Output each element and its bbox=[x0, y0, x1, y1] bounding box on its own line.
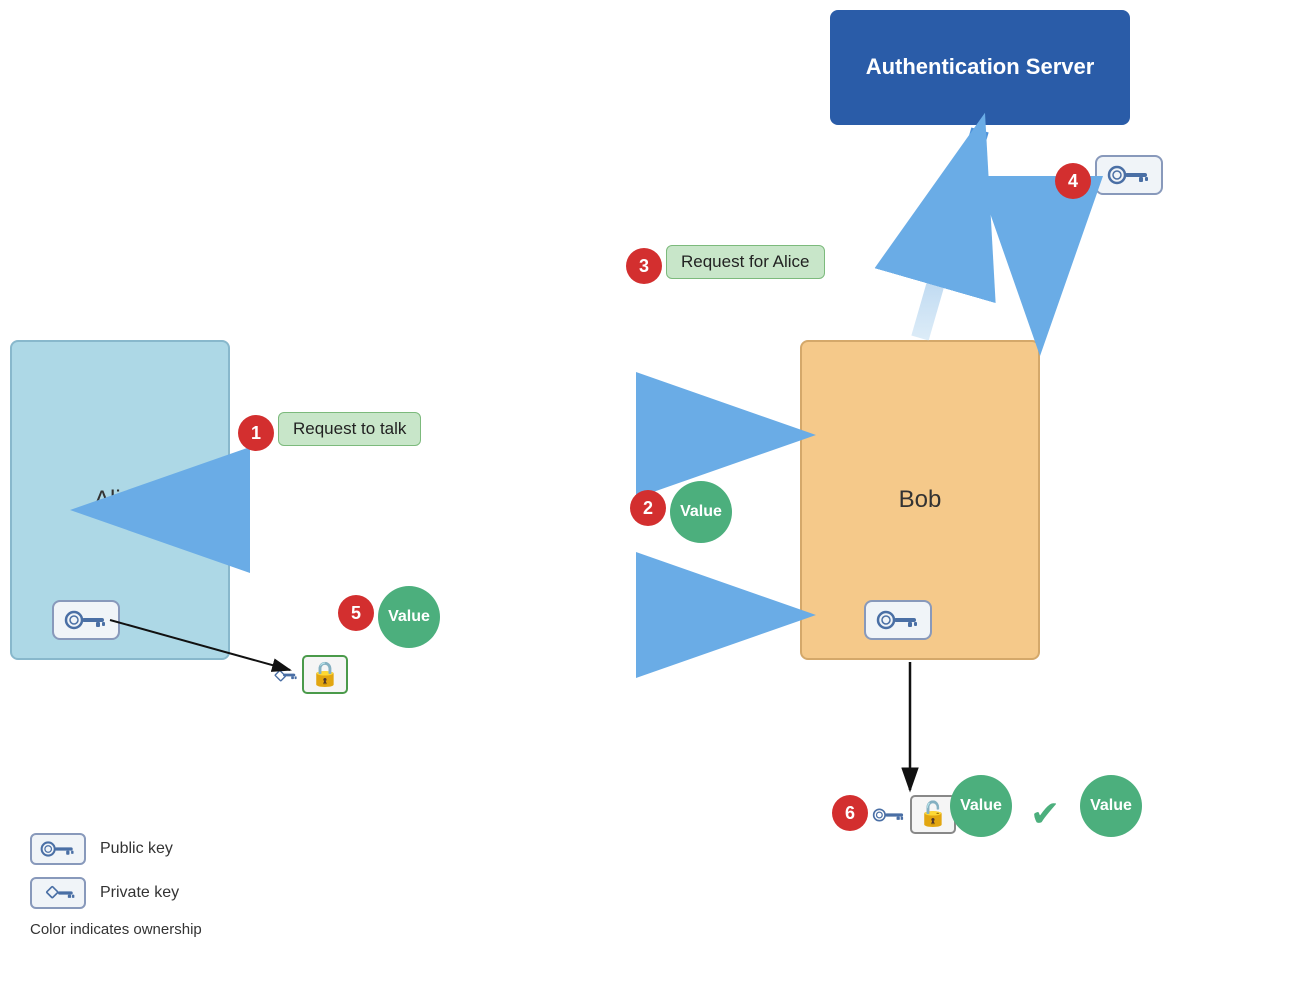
step-3-badge: 3 bbox=[626, 248, 662, 284]
alice-label: Alice bbox=[94, 486, 146, 514]
legend-private-key-box bbox=[30, 877, 86, 909]
bob-key-icon bbox=[876, 608, 920, 632]
legend: Public key Private key Color indicates o… bbox=[30, 833, 202, 938]
legend-private-key-label: Private key bbox=[100, 884, 179, 902]
step-7-value: Value bbox=[1080, 775, 1142, 837]
legend-public-key-icon bbox=[40, 839, 76, 859]
step-6-key-icon bbox=[872, 804, 908, 826]
bob-key-box bbox=[864, 600, 932, 640]
alice-key-lock: 🔒 bbox=[268, 655, 348, 694]
alice-key-icon bbox=[64, 608, 108, 632]
alice-lock-box: 🔒 bbox=[302, 655, 348, 694]
auth-server-label: Authentication Server bbox=[866, 53, 1095, 82]
step-6-key-lock: 🔓 bbox=[872, 795, 956, 834]
step-3-label: Request for Alice bbox=[666, 245, 825, 279]
auth-server-box: Authentication Server bbox=[830, 10, 1130, 125]
step-6-open-lock: 🔓 bbox=[910, 795, 956, 834]
step-1-badge: 1 bbox=[238, 415, 274, 451]
legend-public-key-box bbox=[30, 833, 86, 865]
step-5-badge: 5 bbox=[338, 595, 374, 631]
legend-public-key: Public key bbox=[30, 833, 202, 865]
alice-private-key-icon bbox=[268, 664, 298, 686]
step-2-value: Value bbox=[670, 481, 732, 543]
legend-color-note: Color indicates ownership bbox=[30, 921, 202, 938]
legend-private-key: Private key bbox=[30, 877, 202, 909]
step-6-value: Value bbox=[950, 775, 1012, 837]
legend-private-key-icon bbox=[40, 883, 76, 903]
step-4-key-icon bbox=[1107, 163, 1151, 187]
step-2-badge: 2 bbox=[630, 490, 666, 526]
step-6-lock-icon: 🔓 bbox=[918, 801, 948, 828]
alice-lock-icon: 🔒 bbox=[310, 660, 340, 689]
step-7-check: ✔ bbox=[1030, 793, 1060, 835]
step-5-value: Value bbox=[378, 586, 440, 648]
step-4-key-box bbox=[1095, 155, 1163, 195]
step-4-badge: 4 bbox=[1055, 163, 1091, 199]
bob-label: Bob bbox=[899, 486, 942, 514]
legend-public-key-label: Public key bbox=[100, 840, 173, 858]
step-6-badge: 6 bbox=[832, 795, 868, 831]
alice-public-key-box bbox=[52, 600, 120, 640]
step-1-label: Request to talk bbox=[278, 412, 421, 446]
alice-box: Alice bbox=[10, 340, 230, 660]
